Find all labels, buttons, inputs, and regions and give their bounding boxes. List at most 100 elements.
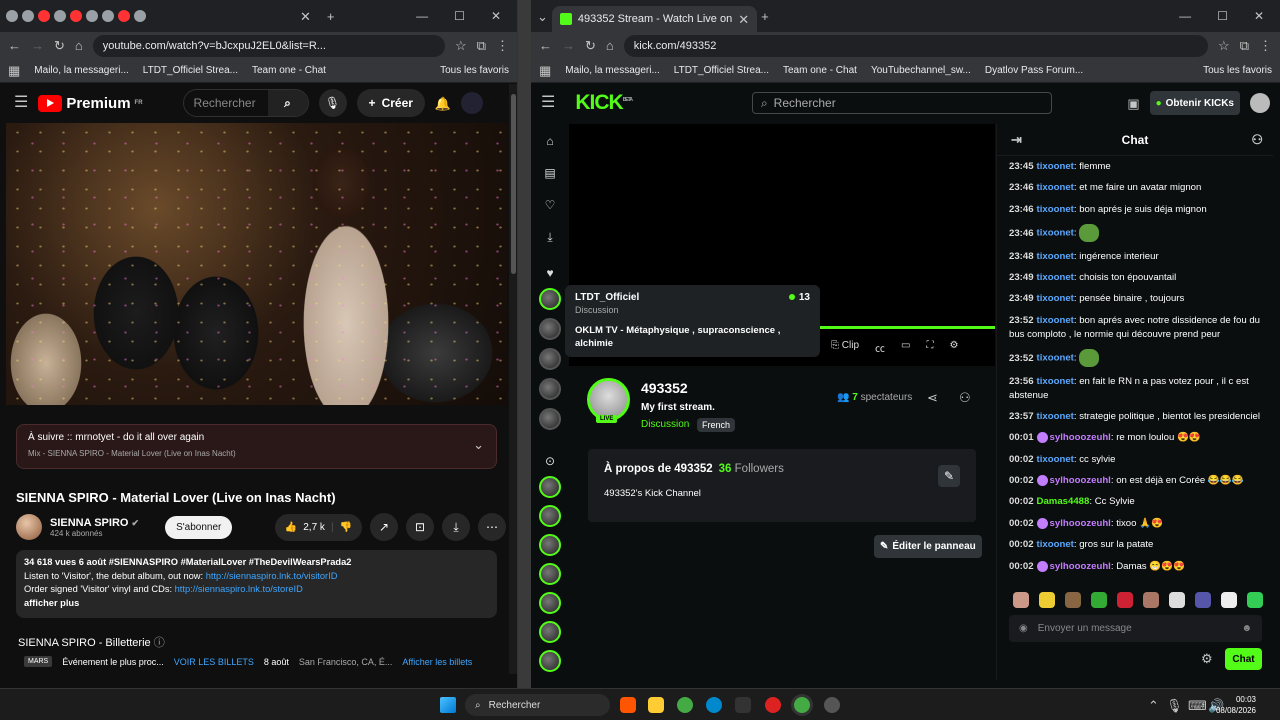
bookmark-item[interactable]: Team one - Chat [783,65,857,76]
pencil-icon[interactable]: ✎ [938,465,960,487]
youtube-logo[interactable]: Premium FR [38,94,143,112]
chat-username[interactable]: tixoonet [1037,204,1074,215]
sidebar-channel-avatar[interactable] [539,408,561,430]
scrollbar[interactable] [509,84,517,674]
tab-favicon[interactable] [54,10,66,22]
app-icon[interactable] [735,697,751,713]
bookmark-item[interactable]: Mailo, la messageri... [565,65,659,76]
minimize-icon[interactable]: — [1179,9,1191,23]
menu-icon[interactable]: ⋮ [496,39,509,52]
add-user-icon[interactable]: ⚇ [959,391,971,404]
url-field[interactable]: kick.com/493352 [623,34,1209,57]
browse-icon[interactable]: ▤ [541,166,559,184]
user-avatar[interactable] [461,92,484,114]
bookmark-item[interactable]: Mailo, la messageri... [34,65,128,76]
edge-icon[interactable] [706,697,722,713]
search-input[interactable]: ⌕ Rechercher [751,92,1052,114]
emote-icon[interactable] [1247,592,1263,608]
emote-icon[interactable] [1117,592,1133,608]
chrome-icon[interactable] [677,697,693,713]
clip-button[interactable]: ⎘ Clip [831,340,859,355]
apps-icon[interactable]: ▦ [539,64,551,77]
app-icon[interactable] [824,697,840,713]
tab-favicon[interactable] [86,10,98,22]
emote-icon[interactable] [1195,592,1211,608]
emoji-icon[interactable]: ☻ [1241,623,1252,634]
maximize-icon[interactable]: ☐ [454,9,465,23]
sidebar-channel-avatar[interactable] [539,378,561,400]
tab-favicon[interactable] [134,10,146,22]
extensions-icon[interactable]: ⧉ [477,39,486,52]
tab-favicon[interactable] [102,10,114,22]
chat-username[interactable]: tixoonet [1037,161,1074,172]
chat-username[interactable]: tixoonet [1037,376,1074,387]
hamburger-icon[interactable]: ☰ [14,95,28,111]
chat-username[interactable]: sylhooozeuhl [1050,518,1111,529]
close-window-icon[interactable]: ✕ [491,9,501,23]
bookmark-item[interactable]: LTDT_Officiel Strea... [674,65,769,76]
share-icon[interactable]: ↗ [370,513,398,541]
more-icon[interactable]: ⋯ [478,513,506,541]
captions-icon[interactable]: ㏄ [875,340,885,355]
view-tickets-link[interactable]: VOIR LES BILLETS [174,657,254,667]
sidebar-channel-avatar[interactable] [539,505,561,527]
url-field[interactable]: youtube.com/watch?v=bJcxpuJ2EL0&list=R..… [92,34,446,57]
emote-icon[interactable] [1143,592,1159,608]
edit-panel-button[interactable]: ✎ Éditer le panneau [874,535,982,558]
like-icon[interactable]: 👍 [285,522,297,533]
emote-icon[interactable] [1169,592,1185,608]
collapse-chat-icon[interactable]: ⇥ [1011,133,1022,146]
info-icon[interactable]: ⓘ [154,637,165,649]
new-tab-icon[interactable]: + [327,10,335,23]
theatre-icon[interactable]: ▣ [1127,97,1139,110]
tab-search-icon[interactable]: ⌄ [537,10,548,23]
back-icon[interactable]: ← [539,39,552,52]
start-icon[interactable] [440,697,456,713]
bookmark-item[interactable]: Tous les favoris [440,65,509,76]
bookmark-item[interactable]: Team one - Chat [252,65,326,76]
reload-icon[interactable]: ↻ [54,39,65,52]
chat-username[interactable]: tixoonet [1037,182,1074,193]
forward-icon[interactable]: → [31,39,44,52]
video-player[interactable] [6,123,507,405]
chat-username[interactable]: tixoonet [1037,272,1074,283]
back-icon[interactable]: ← [8,39,21,52]
emote-icon[interactable] [1013,592,1029,608]
get-kicks-button[interactable]: ● Obtenir KICKs [1149,91,1240,115]
description-box[interactable]: 34 618 vues 6 août #SIENNASPIRO #Materia… [16,550,497,618]
create-button[interactable]: + Créer [356,89,425,117]
emote-icon[interactable] [1065,592,1081,608]
chat-username[interactable]: tixoonet [1037,539,1074,550]
search-box[interactable]: Rechercher ⌕ [182,89,309,117]
download-icon[interactable]: ⤓ [541,230,559,248]
tab-favicon[interactable] [70,10,82,22]
sidebar-channel-avatar[interactable] [539,288,561,310]
bookmark-item[interactable]: YouTubechannel_sw... [871,65,971,76]
sidebar-channel-avatar[interactable] [539,534,561,556]
live-icon[interactable]: ⊙ [541,454,559,472]
chat-username[interactable]: tixoonet [1037,251,1074,262]
heart-icon[interactable]: ♥ [541,266,559,284]
chat-username[interactable]: sylhooozeuhl [1050,475,1111,486]
tab-favicon[interactable] [38,10,50,22]
settings-icon[interactable]: ⚙ [949,340,958,355]
bookmark-item[interactable]: Dyatlov Pass Forum... [985,65,1083,76]
chat-username[interactable]: tixoonet [1037,454,1074,465]
tab-favicon[interactable] [118,10,130,22]
hamburger-icon[interactable]: ☰ [541,95,555,111]
search-icon[interactable]: ⌕ [267,90,308,116]
star-icon[interactable]: ☆ [1218,39,1230,52]
chat-username[interactable]: Damas4488 [1037,496,1090,507]
home-icon[interactable]: ⌂ [541,134,559,152]
scrollbar-thumb[interactable] [511,94,516,274]
download-icon[interactable]: ⤓ [442,513,470,541]
home-icon[interactable]: ⌂ [606,39,614,52]
chevron-up-icon[interactable]: ⌃ [1148,699,1159,712]
save-icon[interactable]: ⊡ [406,513,434,541]
chat-username[interactable]: sylhooozeuhl [1050,561,1111,572]
apps-icon[interactable]: ▦ [8,64,20,77]
sidebar-channel-avatar[interactable] [539,476,561,498]
bookmark-item[interactable]: LTDT_Officiel Strea... [143,65,238,76]
sidebar-channel-avatar[interactable] [539,563,561,585]
close-tab-icon[interactable]: ✕ [738,13,749,26]
